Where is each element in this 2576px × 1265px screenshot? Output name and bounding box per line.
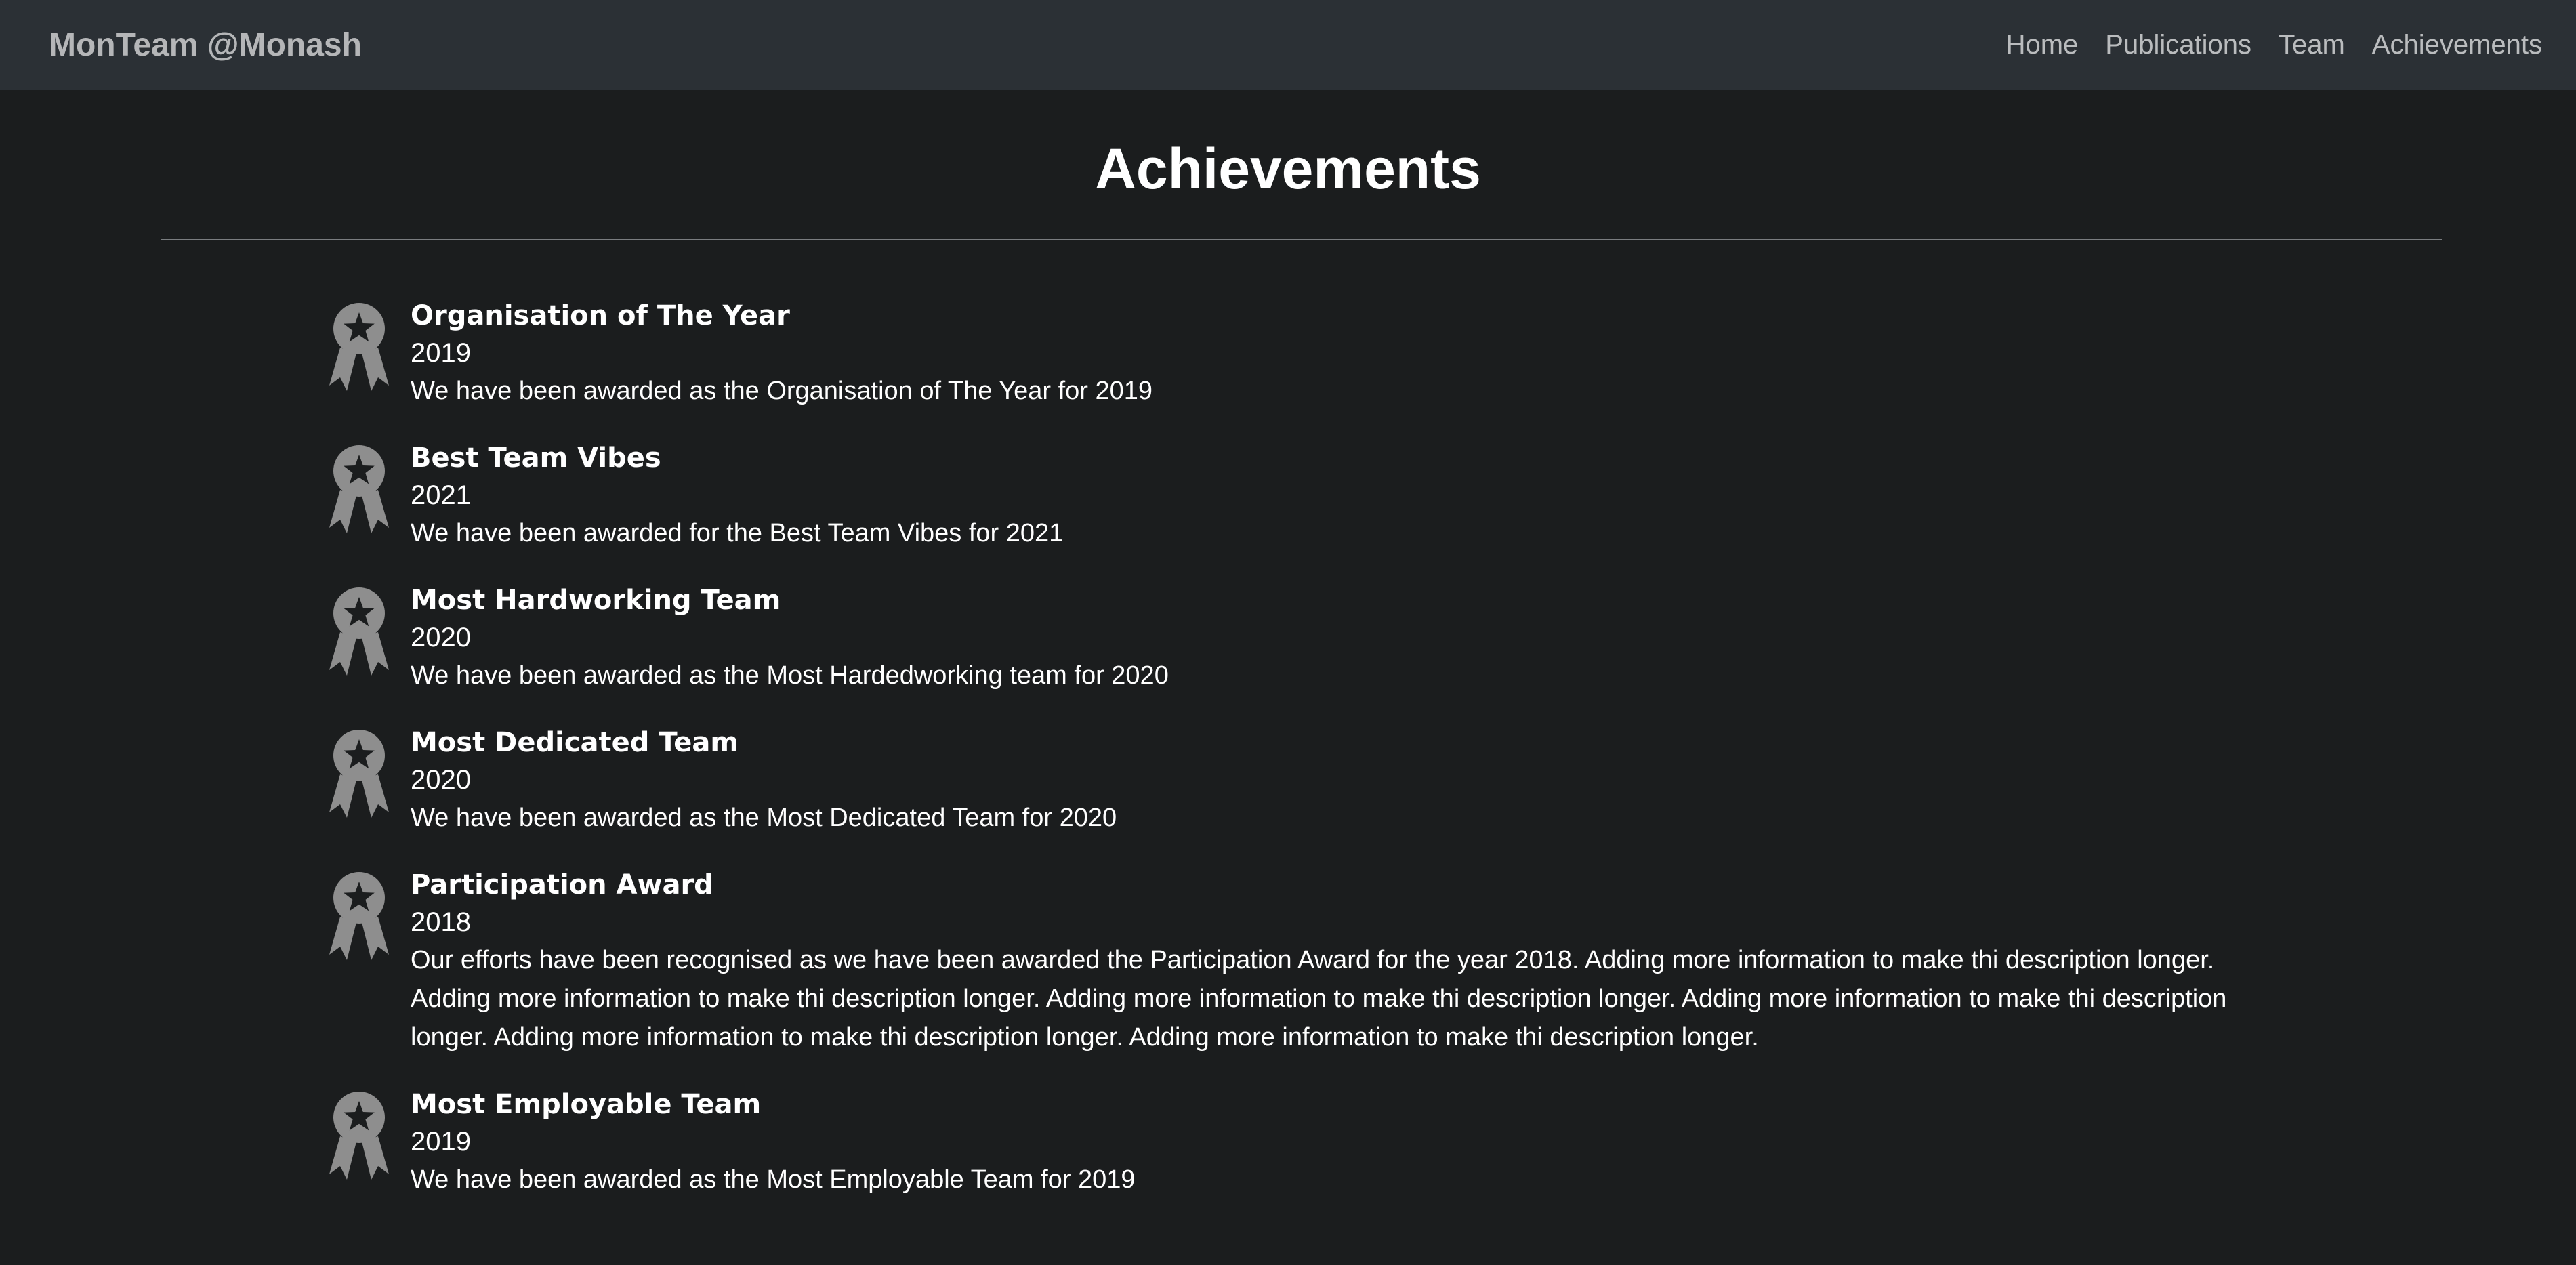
achievement-description: We have been awarded as the Most Hardedw… bbox=[411, 661, 1169, 690]
achievement-list: Organisation of The Year 2019 We have be… bbox=[0, 297, 2576, 1199]
achievement-year: 2020 bbox=[411, 764, 471, 795]
achievement-description: We have been awarded as the Most Employa… bbox=[411, 1165, 1136, 1194]
nav-links: Home Publications Team Achievements bbox=[2006, 30, 2542, 60]
brand-link[interactable]: MonTeam @Monash bbox=[49, 26, 362, 64]
top-navbar: MonTeam @Monash Home Publications Team A… bbox=[0, 0, 2576, 90]
page-title: Achievements bbox=[1095, 137, 1481, 201]
achievement-body: Most Employable Team 2019 We have been a… bbox=[411, 1086, 1136, 1199]
achievement-title: Participation Award bbox=[411, 869, 713, 900]
award-ribbon-icon bbox=[329, 871, 389, 960]
award-ribbon-icon bbox=[329, 444, 389, 533]
achievement-title: Organisation of The Year bbox=[411, 299, 790, 331]
nav-link-achievements[interactable]: Achievements bbox=[2372, 30, 2542, 60]
achievement-year: 2019 bbox=[411, 1126, 471, 1157]
award-ribbon-icon bbox=[329, 302, 389, 391]
achievement-body: Most Dedicated Team 2020 We have been aw… bbox=[411, 724, 1117, 837]
main-content: Achievements Organisation of The Year 20… bbox=[0, 135, 2576, 1199]
award-ribbon-icon bbox=[329, 587, 389, 676]
achievement-description: We have been awarded as the Organisation… bbox=[411, 376, 1153, 405]
achievement-title: Most Hardworking Team bbox=[411, 584, 781, 616]
achievement-title: Best Team Vibes bbox=[411, 442, 661, 474]
nav-link-team[interactable]: Team bbox=[2279, 30, 2345, 60]
achievement-description: We have been awarded as the Most Dedicat… bbox=[411, 803, 1117, 832]
achievement-item: Most Dedicated Team 2020 We have been aw… bbox=[327, 724, 2291, 837]
achievement-item: Most Hardworking Team 2020 We have been … bbox=[327, 582, 2291, 695]
nav-link-home[interactable]: Home bbox=[2006, 30, 2079, 60]
achievement-year: 2021 bbox=[411, 480, 471, 510]
achievement-description: Our efforts have been recognised as we h… bbox=[411, 945, 2227, 1052]
achievement-body: Participation Award 2018 Our efforts hav… bbox=[411, 867, 2291, 1057]
nav-link-publications[interactable]: Publications bbox=[2105, 30, 2251, 60]
achievement-item: Best Team Vibes 2021 We have been awarde… bbox=[327, 440, 2291, 553]
achievement-item: Participation Award 2018 Our efforts hav… bbox=[327, 867, 2291, 1057]
title-divider bbox=[161, 238, 2442, 240]
achievement-body: Most Hardworking Team 2020 We have been … bbox=[411, 582, 1169, 695]
achievement-year: 2018 bbox=[411, 907, 471, 937]
achievement-title: Most Dedicated Team bbox=[411, 726, 739, 758]
award-ribbon-icon bbox=[329, 729, 389, 818]
achievement-item: Organisation of The Year 2019 We have be… bbox=[327, 297, 2291, 411]
achievement-year: 2020 bbox=[411, 622, 471, 652]
achievement-body: Organisation of The Year 2019 We have be… bbox=[411, 297, 1152, 411]
achievement-title: Most Employable Team bbox=[411, 1088, 762, 1120]
achievement-body: Best Team Vibes 2021 We have been awarde… bbox=[411, 440, 1063, 553]
achievement-year: 2019 bbox=[411, 337, 471, 368]
award-ribbon-icon bbox=[329, 1091, 389, 1180]
achievement-item: Most Employable Team 2019 We have been a… bbox=[327, 1086, 2291, 1199]
achievement-description: We have been awarded for the Best Team V… bbox=[411, 518, 1064, 547]
